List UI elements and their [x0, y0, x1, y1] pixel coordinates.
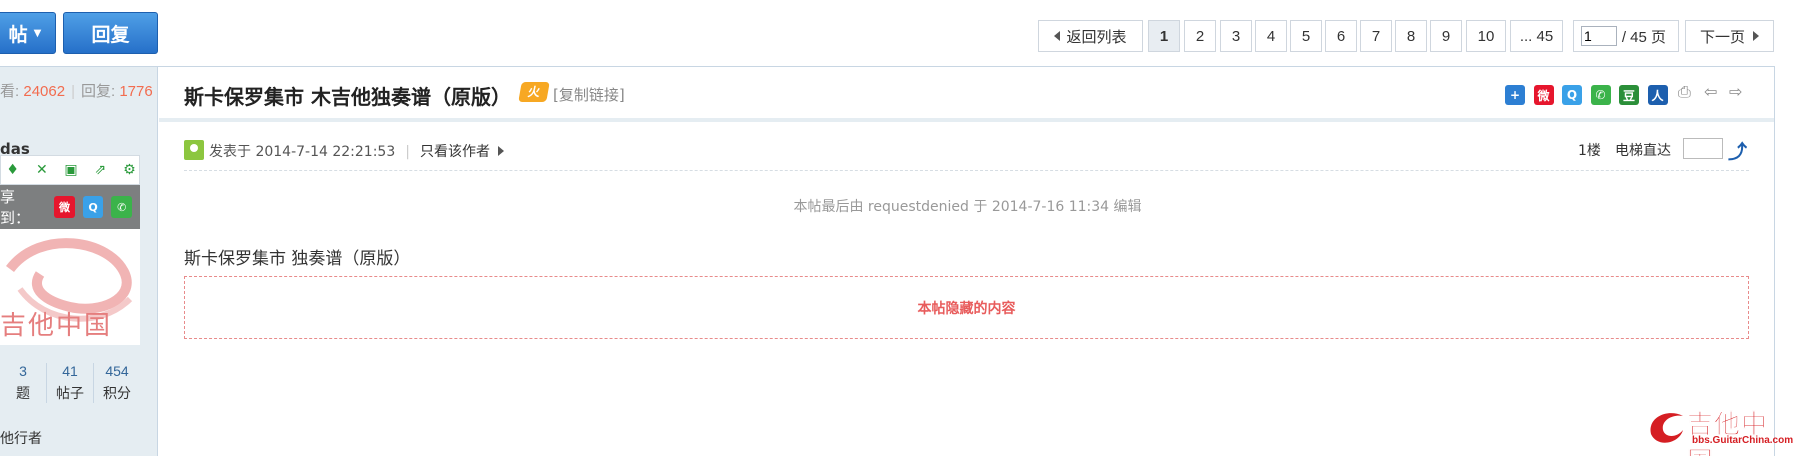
qzone-icon[interactable]: Q — [1562, 85, 1582, 105]
share-icons: + 微 Q ✆ 豆 人 — [1505, 85, 1676, 105]
page-8-button[interactable]: 8 — [1395, 20, 1427, 52]
author-rank: 他行者 — [0, 431, 42, 447]
next-page-label: 下一页 — [1699, 28, 1745, 46]
count-label: 积分 — [103, 386, 131, 402]
replies-count: 1776 — [119, 83, 153, 100]
page-10-button[interactable]: 10 — [1466, 20, 1506, 52]
avatar-watermark: 吉他中国 — [0, 311, 113, 341]
share-out-icon[interactable]: ⇗ — [91, 160, 110, 180]
count-label: 题 — [16, 386, 30, 402]
page-5-button[interactable]: 5 — [1290, 20, 1322, 52]
author-counts: 3题 41 帖子 454 积分 — [0, 363, 140, 403]
post-meta: 发表于 2014-7-14 22:21:53 | 只看该作者 — [209, 141, 504, 161]
page-1-button[interactable]: 1 — [1148, 20, 1180, 52]
page-2-button[interactable]: 2 — [1184, 20, 1216, 52]
count-points[interactable]: 454 积分 — [94, 363, 140, 403]
elevator-label: 电梯直达 — [1615, 143, 1671, 159]
back-to-list-button[interactable]: 返回列表 — [1038, 20, 1143, 52]
add-icon[interactable]: + — [1505, 85, 1525, 105]
page-6-button[interactable]: 6 — [1325, 20, 1357, 52]
count-value: 3 — [19, 363, 27, 379]
floor-number: 1楼 — [1578, 143, 1601, 159]
page-total-label: / 45 页 — [1621, 28, 1666, 46]
save-icon[interactable]: ▣ — [61, 160, 80, 180]
post-frame-right — [1774, 66, 1775, 456]
hidden-content-label: 本帖隐藏的内容 — [917, 300, 1016, 317]
meta-divider — [184, 170, 1749, 171]
next-page-button[interactable]: 下一页 — [1685, 20, 1774, 52]
douban-icon[interactable]: 豆 — [1619, 85, 1639, 105]
weibo-icon[interactable]: 微 — [1533, 85, 1554, 105]
count-posts[interactable]: 41 帖子 — [47, 363, 93, 403]
header-divider — [159, 118, 1774, 122]
elevator-go-icon[interactable]: ⤴ — [1728, 137, 1747, 164]
new-post-button[interactable]: 帖 ▼ — [0, 12, 56, 54]
author-toolbar: ♦ ✕ ▣ ⇗ ⚙ — [0, 155, 140, 185]
next-thread-icon[interactable]: ⇨ — [1729, 82, 1742, 101]
count-value: 454 — [105, 363, 129, 379]
thread-stats: 看: 24062 | 回复: 1776 — [0, 83, 153, 100]
page-7-button[interactable]: 7 — [1360, 20, 1392, 52]
posted-at: 发表于 2014-7-14 22:21:53 — [209, 144, 396, 160]
hidden-content-box: 本帖隐藏的内容 — [184, 276, 1749, 339]
avatar[interactable]: 吉他中国 — [0, 229, 140, 345]
page-4-button[interactable]: 4 — [1255, 20, 1287, 52]
new-post-label: 帖 — [8, 23, 28, 46]
replies-label: 回复: — [80, 83, 116, 100]
page-9-button[interactable]: 9 — [1430, 20, 1462, 52]
wechat-icon[interactable]: ✆ — [1590, 85, 1611, 105]
only-author-link[interactable]: 只看该作者 — [420, 144, 504, 160]
reply-label: 回复 — [91, 23, 130, 46]
post-frame-top — [0, 66, 1775, 67]
edited-note: 本帖最后由 requestdenied 于 2014-7-16 11:34 编辑 — [793, 199, 1142, 215]
last-page-button[interactable]: ... 45 — [1510, 20, 1563, 52]
reply-button[interactable]: 回复 — [63, 12, 158, 54]
print-icon[interactable]: ⎙ — [1678, 82, 1691, 102]
elevator-input[interactable] — [1683, 138, 1723, 159]
count-value: 41 — [62, 363, 78, 379]
count-threads[interactable]: 3题 — [0, 363, 46, 403]
post-subtitle: 斯卡保罗集市 独奏谱（原版） — [184, 249, 411, 269]
views-count: 24062 — [23, 83, 66, 100]
hot-thread-icon: 火 — [518, 82, 550, 102]
logo-text: 吉他中国 — [1687, 410, 1769, 456]
site-logo: 吉他中国 bbs.GuitarChina.com — [1643, 404, 1794, 456]
page-3-button[interactable]: 3 — [1220, 20, 1252, 52]
only-author-label: 只看该作者 — [419, 144, 490, 160]
thread-title: 斯卡保罗集市 木吉他独奏谱（原版） — [184, 85, 511, 109]
views-label: 看 — [0, 83, 16, 100]
gear-icon[interactable]: ⚙ — [120, 160, 139, 180]
copy-link[interactable]: [复制链接] — [553, 84, 625, 105]
previous-thread-icon[interactable]: ⇦ — [1704, 82, 1717, 101]
logo-url: bbs.GuitarChina.com — [1692, 435, 1794, 446]
page-jump-input[interactable] — [1581, 26, 1617, 46]
renren-icon[interactable]: 人 — [1647, 85, 1668, 105]
author-icon — [184, 140, 204, 160]
leaf-icon[interactable]: ♦ — [3, 160, 22, 180]
chevron-down-icon: ▼ — [33, 27, 42, 39]
count-label: 帖子 — [56, 386, 84, 402]
dragon-logo-icon — [1650, 413, 1683, 443]
back-to-list-label: 返回列表 — [1066, 28, 1127, 46]
expand-icon[interactable]: ✕ — [32, 160, 51, 180]
